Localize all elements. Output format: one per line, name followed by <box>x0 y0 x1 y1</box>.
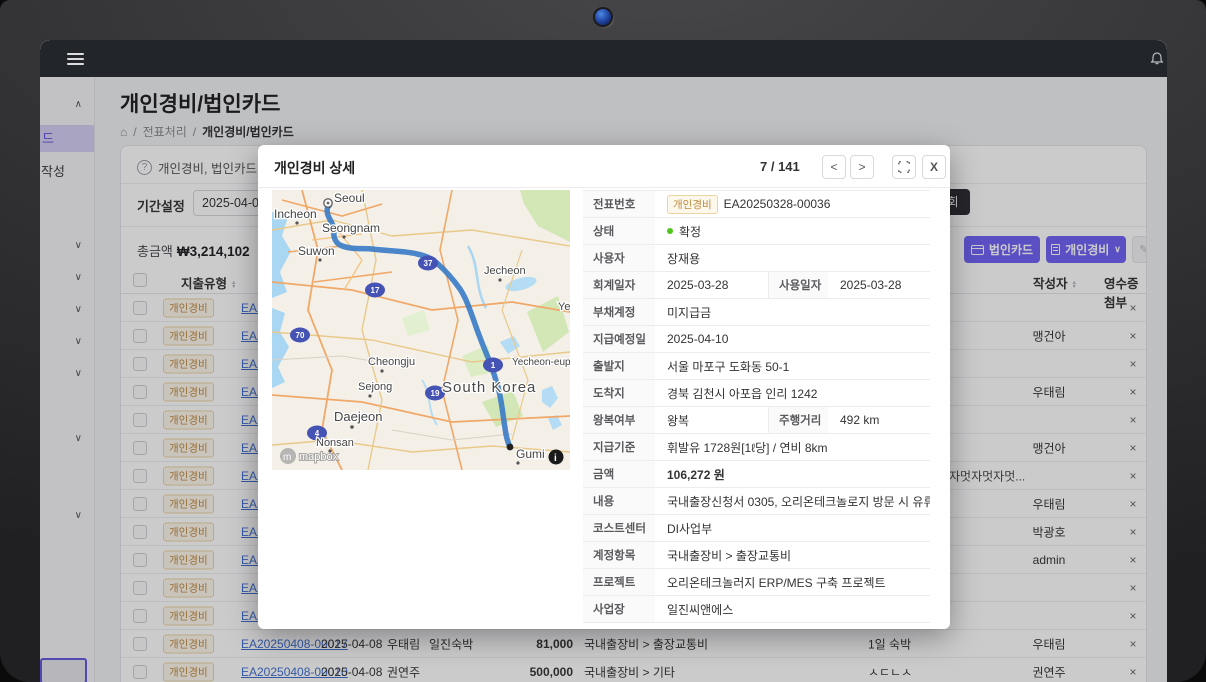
svg-text:Sejong: Sejong <box>358 381 392 393</box>
svg-text:Suwon: Suwon <box>298 244 335 258</box>
webcam-dot <box>595 9 611 25</box>
svg-text:Incheon: Incheon <box>274 207 317 221</box>
pager-count: 7 / 141 <box>760 159 800 174</box>
svg-text:Jecheon: Jecheon <box>484 265 526 277</box>
svg-text:17: 17 <box>371 286 380 295</box>
route-end-dot <box>507 444 514 451</box>
svg-text:19: 19 <box>431 389 440 398</box>
close-button[interactable]: X <box>922 155 946 179</box>
svg-text:Nonsan: Nonsan <box>316 437 354 449</box>
modal-header: 개인경비 상세 7 / 141 < > X <box>258 145 950 188</box>
amount-value: 106,272 원 <box>655 461 930 487</box>
svg-text:Gumi: Gumi <box>516 447 545 461</box>
hamburger-menu-icon[interactable] <box>67 53 84 65</box>
modal-title: 개인경비 상세 <box>274 158 355 178</box>
svg-text:Seoul: Seoul <box>334 191 365 205</box>
status-value: 확정 <box>679 223 701 240</box>
svg-text:37: 37 <box>424 259 433 268</box>
next-button[interactable]: > <box>850 155 874 179</box>
mapbox-logo: m mapbox <box>280 448 339 464</box>
prev-button[interactable]: < <box>822 155 846 179</box>
svg-text:mapbox: mapbox <box>299 451 339 463</box>
map-terrain <box>520 190 570 242</box>
voucher-number: EA20250328-00036 <box>724 197 831 211</box>
svg-text:Cheongju: Cheongju <box>368 356 415 368</box>
svg-text:m: m <box>283 452 291 463</box>
svg-text:i: i <box>554 453 557 464</box>
svg-text:Yecheon-eup: Yecheon-eup <box>512 357 570 368</box>
svg-text:1: 1 <box>491 361 496 370</box>
map-info-icon[interactable]: i <box>549 450 564 465</box>
laptop-screen-photo: ∧ 드 작성 ∨ ∨ ∨ ∨ ∨ ∨ ∨ 개인경비/법인카드 ⌂ / 전표처리 <box>0 0 1206 682</box>
bell-icon[interactable] <box>1149 51 1165 67</box>
svg-text:70: 70 <box>296 331 305 340</box>
svg-text:Daejeon: Daejeon <box>334 409 382 424</box>
detail-table: 전표번호개인경비EA20250328-00036 상태확정 사용자장재용 회계일… <box>583 190 930 623</box>
svg-text:Seongnam: Seongnam <box>322 221 380 235</box>
fullscreen-button[interactable] <box>892 155 916 179</box>
app-titlebar <box>40 40 1167 77</box>
status-dot-icon <box>667 228 673 234</box>
road-shields: 37 17 70 19 4 1 <box>290 256 503 441</box>
route-map[interactable]: 37 17 70 19 4 1 Seoul Incheon Seongnam S… <box>272 190 570 470</box>
svg-text:Yeong: Yeong <box>558 301 570 313</box>
expense-detail-modal: 개인경비 상세 7 / 141 < > X <box>258 145 950 629</box>
svg-text:South Korea: South Korea <box>442 379 536 396</box>
expense-type-badge: 개인경비 <box>667 195 718 214</box>
map-water <box>272 212 291 298</box>
